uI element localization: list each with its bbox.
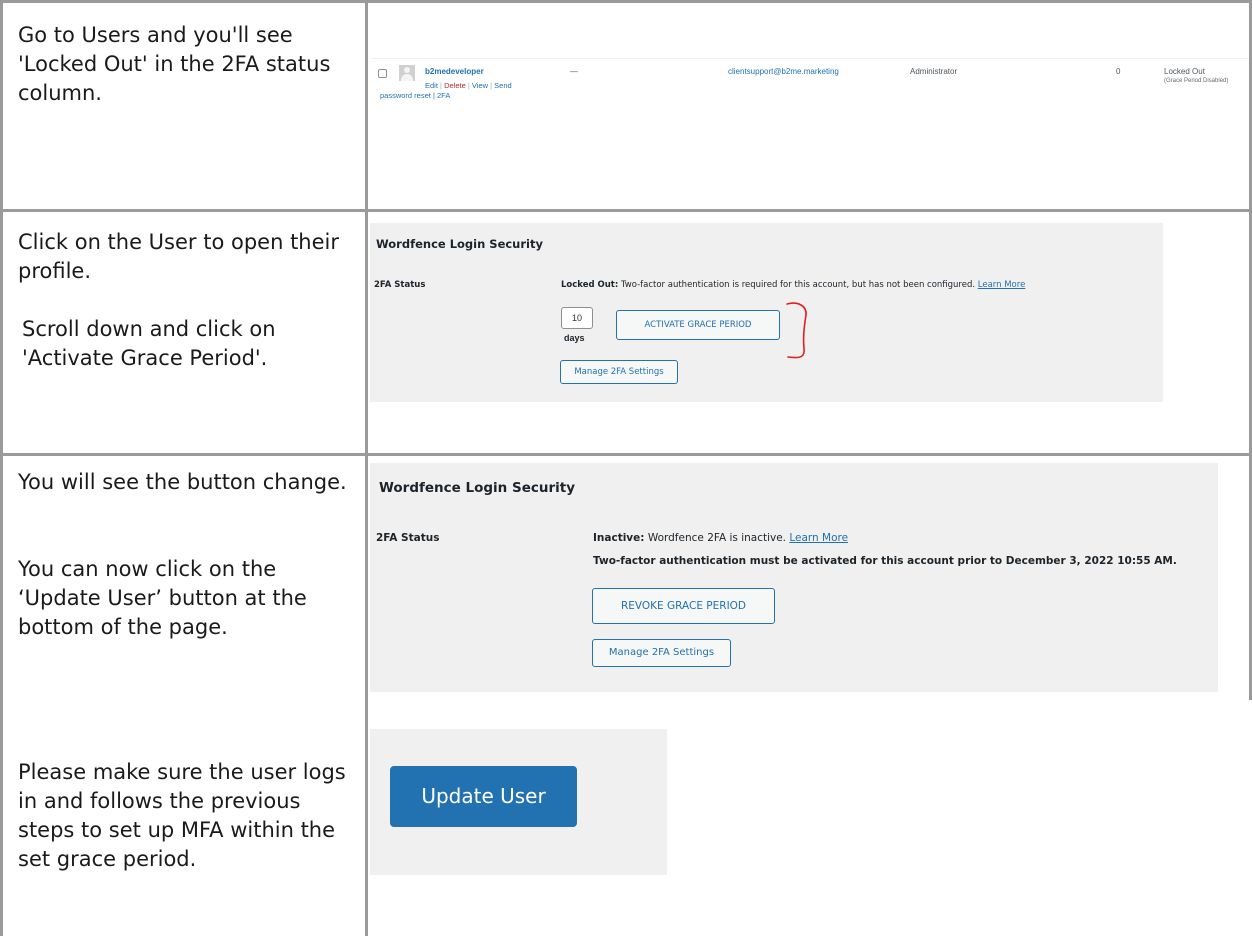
users-table-row: b2medeveloper Edit | Delete | View | Sen… <box>371 58 1249 104</box>
table-row-divider-1 <box>0 209 1252 212</box>
step-4-instruction: Please make sure the user logs in and fo… <box>18 760 346 871</box>
user-select-checkbox[interactable] <box>378 69 387 78</box>
user-avatar-icon <box>399 65 415 81</box>
2fa-status-text: Inactive: Wordfence 2FA is inactive. Lea… <box>593 532 848 544</box>
2fa-status-cell: Locked Out <box>1164 67 1205 76</box>
grace-period-note: (Grace Period Disabled) <box>1164 78 1229 84</box>
step-1-instruction: Go to Users and you'll see 'Locked Out' … <box>18 23 331 105</box>
send-link[interactable]: Send <box>494 81 512 90</box>
view-link[interactable]: View <box>472 81 488 90</box>
step-3-instruction-a: You will see the button change. <box>18 470 347 494</box>
activate-grace-period-button[interactable]: ACTIVATE GRACE PERIOD <box>616 310 780 340</box>
status-keyword: Inactive: <box>593 532 645 544</box>
update-user-panel: Update User <box>370 729 667 875</box>
user-email-link[interactable]: clientsupport@b2me.marketing <box>728 67 839 76</box>
delete-link[interactable]: Delete <box>444 81 466 90</box>
update-user-button[interactable]: Update User <box>390 766 577 827</box>
wordfence-panel-inactive: Wordfence Login Security 2FA Status Inac… <box>370 463 1218 692</box>
user-row-actions: Edit | Delete | View | Send <box>425 81 512 90</box>
send-password-reset-link[interactable]: password reset <box>380 91 431 100</box>
separator: | <box>440 81 442 90</box>
manage-2fa-settings-button[interactable]: Manage 2FA Settings <box>592 639 731 667</box>
2fa-status-text: Locked Out: Two-factor authentication is… <box>561 280 1025 290</box>
user-role-cell: Administrator <box>910 67 958 76</box>
step-2-instruction-b: Scroll down and click on 'Activate Grace… <box>22 317 276 370</box>
revoke-grace-period-button[interactable]: REVOKE GRACE PERIOD <box>592 588 775 624</box>
2fa-status-label: 2FA Status <box>374 280 426 290</box>
status-description: Two-factor authentication is required fo… <box>618 280 978 290</box>
manage-2fa-settings-button[interactable]: Manage 2FA Settings <box>560 360 678 384</box>
step-2-instruction-a: Click on the User to open their profile. <box>18 230 339 283</box>
edit-link[interactable]: Edit <box>425 81 438 90</box>
2fa-status-label: 2FA Status <box>376 532 440 544</box>
learn-more-link[interactable]: Learn More <box>789 532 848 544</box>
days-label: days <box>564 333 585 343</box>
panel-title: Wordfence Login Security <box>379 480 576 496</box>
table-divider-vertical <box>365 0 368 936</box>
step-3-instruction-b: You can now click on the ‘Update User’ b… <box>18 557 307 639</box>
panel-title: Wordfence Login Security <box>376 237 543 251</box>
table-border-left <box>0 0 3 936</box>
user-posts-count[interactable]: 0 <box>1116 67 1120 76</box>
table-row-divider-2 <box>0 453 1252 456</box>
separator: | <box>467 81 470 90</box>
user-row-actions-line-2: password reset | 2FA <box>380 91 450 100</box>
user-name-cell: — <box>570 67 578 76</box>
wordfence-panel-locked: Wordfence Login Security 2FA Status Lock… <box>370 223 1163 402</box>
2fa-link[interactable]: 2FA <box>437 91 450 100</box>
separator: | <box>432 91 435 100</box>
grace-deadline-text: Two-factor authentication must be activa… <box>593 555 1177 567</box>
table-border-top <box>0 0 1252 3</box>
status-description: Wordfence 2FA is inactive. <box>644 532 790 544</box>
grace-days-input[interactable]: 10 <box>561 307 593 329</box>
username-link[interactable]: b2medeveloper <box>425 67 484 76</box>
status-keyword: Locked Out: <box>561 280 619 290</box>
separator: | <box>490 81 493 90</box>
learn-more-link[interactable]: Learn More <box>978 280 1026 290</box>
